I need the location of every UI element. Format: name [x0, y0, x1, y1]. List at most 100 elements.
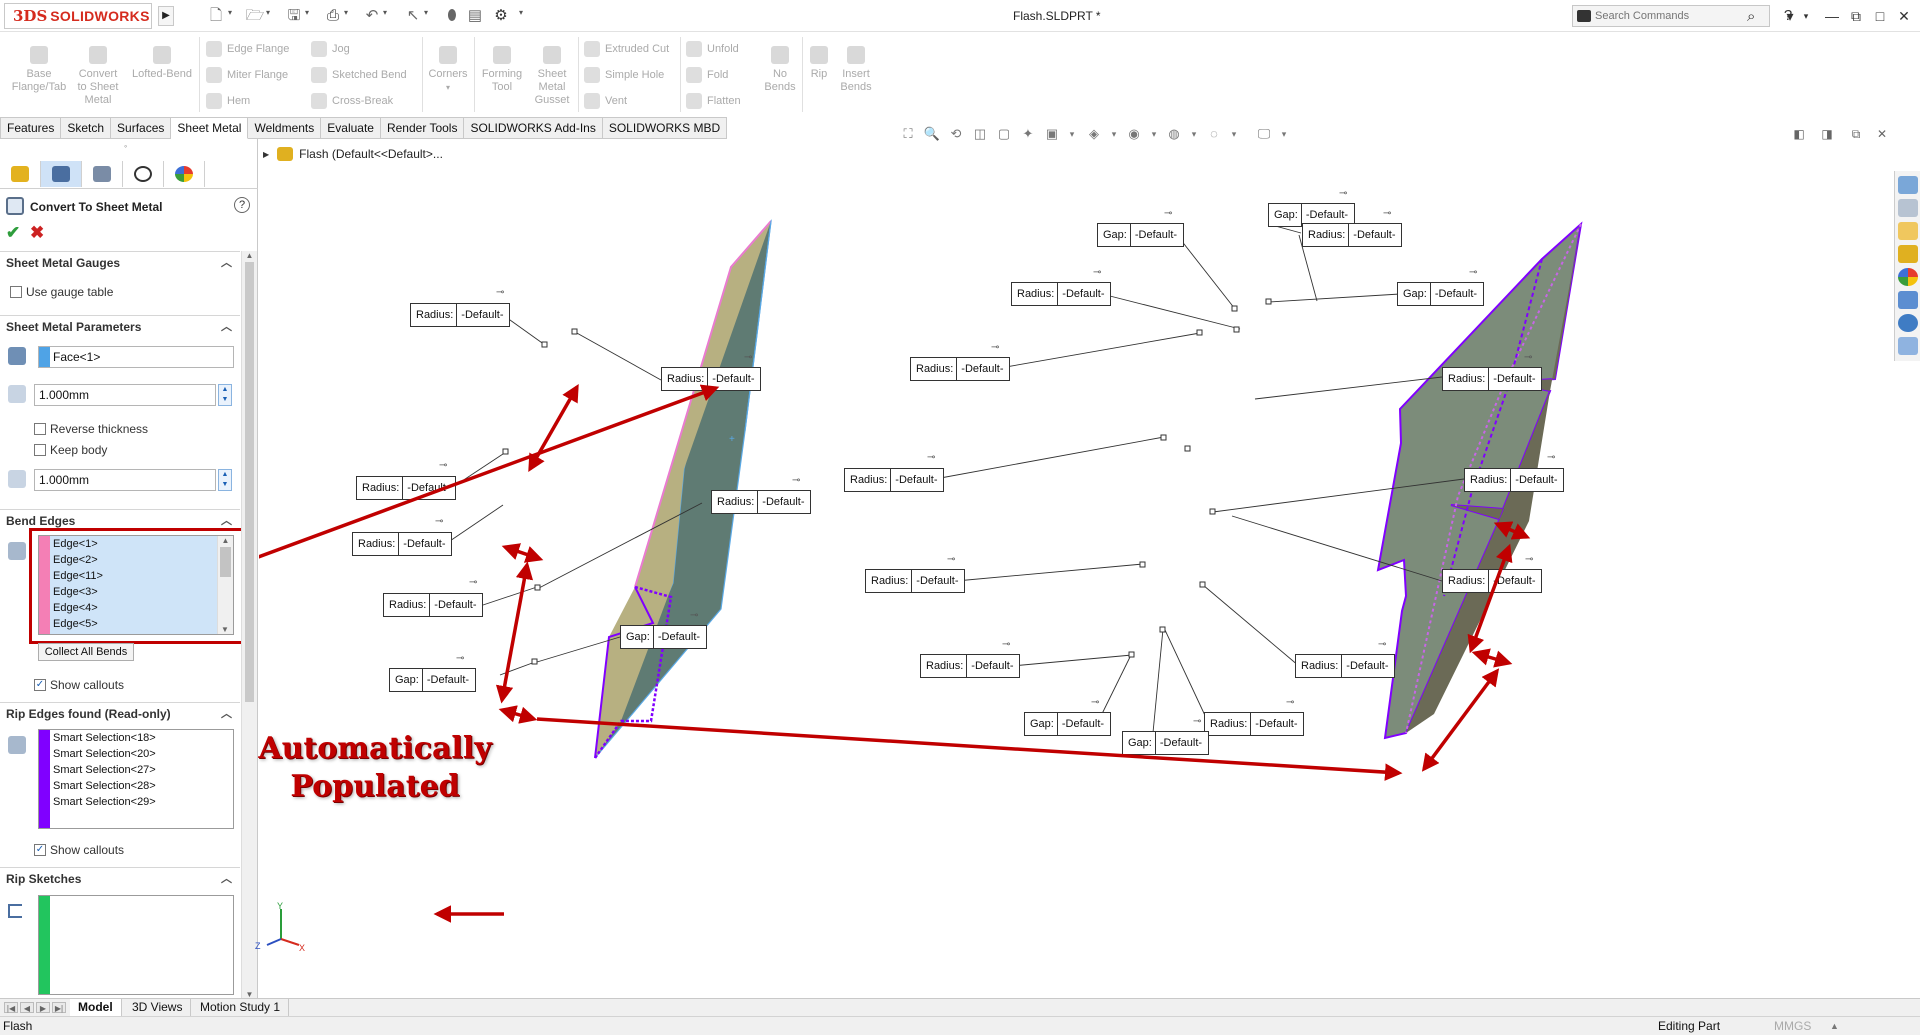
callout-value[interactable]: -Default-	[1342, 655, 1394, 677]
pin-icon[interactable]: ⊸	[1002, 639, 1010, 650]
callout-value[interactable]: -Default-	[1251, 713, 1303, 735]
tab-surfaces[interactable]: Surfaces	[111, 117, 172, 139]
rip-show-callouts-checkbox[interactable]: ✓ Show callouts	[34, 843, 124, 857]
open-dropdown-icon[interactable]: ▾	[266, 8, 274, 17]
section-sheet-metal-parameters[interactable]: Sheet Metal Parameters ︿	[0, 315, 240, 337]
select-icon[interactable]: ↖	[402, 6, 424, 26]
callout-value[interactable]: -Default-	[1131, 224, 1183, 246]
tab-features[interactable]: Features	[0, 117, 62, 139]
configuration-manager-tab[interactable]	[82, 161, 123, 187]
sheet-metal-gusset-button[interactable]: Sheet Metal Gusset	[530, 46, 574, 107]
maximize-icon[interactable]: □	[1870, 6, 1890, 26]
callout-value[interactable]: -Default-	[912, 570, 964, 592]
new-document-icon[interactable]: 🗋	[205, 6, 227, 26]
undo-icon[interactable]: ↶	[361, 6, 383, 26]
ok-check-icon[interactable]: ✔	[6, 223, 20, 243]
callout-value[interactable]: -Default-	[967, 655, 1019, 677]
minimize-icon[interactable]: —	[1822, 6, 1842, 26]
callout-value[interactable]: -Default-	[758, 491, 810, 513]
fold-button[interactable]: Fold	[686, 66, 728, 84]
print-dropdown-icon[interactable]: ▾	[344, 8, 352, 17]
section-rip-edges[interactable]: Rip Edges found (Read-only) ︿	[0, 702, 240, 724]
pin-icon[interactable]: ⊸	[690, 610, 698, 621]
status-units[interactable]: MMGS	[1774, 1017, 1811, 1035]
solidworks-resources-icon[interactable]	[1898, 176, 1918, 194]
gap-callout[interactable]: Gap: -Default-	[1097, 223, 1185, 247]
callout-value[interactable]: -Default-	[1489, 368, 1541, 390]
radius-callout[interactable]: Radius: -Default-	[920, 654, 1021, 678]
pin-icon[interactable]: ⊸	[1339, 188, 1347, 199]
print-icon[interactable]: ⎙	[322, 6, 344, 26]
tab-3d-views[interactable]: 3D Views	[124, 999, 192, 1016]
callout-value[interactable]: -Default-	[957, 358, 1009, 380]
chat-icon[interactable]	[1898, 337, 1918, 355]
callout-value[interactable]: -Default-	[891, 469, 943, 491]
radius-callout[interactable]: Radius: -Default-	[711, 490, 812, 514]
hem-button[interactable]: Hem	[206, 92, 250, 110]
rip-edges-list[interactable]: Smart Selection<18> Smart Selection<20> …	[38, 729, 234, 829]
checkbox-box[interactable]: ✓	[34, 844, 46, 856]
pin-icon[interactable]: ⊸	[469, 577, 477, 588]
graphics-area[interactable]: ▶ Flash (Default<<Default>... ⛶ 🔍 ⟲ ◫ ▢ …	[255, 126, 1920, 998]
search-scope-icon[interactable]	[1577, 10, 1591, 22]
radius-callout[interactable]: Radius: -Default-	[352, 532, 453, 556]
solidworks-forum-icon[interactable]	[1898, 314, 1918, 332]
property-manager-tab[interactable]	[41, 161, 82, 187]
radius-callout[interactable]: Radius: -Default-	[865, 569, 966, 593]
callout-value[interactable]: -Default-	[403, 477, 455, 499]
radius-callout[interactable]: Radius: -Default-	[844, 468, 945, 492]
file-properties-icon[interactable]: ▤	[464, 6, 486, 26]
section-rip-sketches[interactable]: Rip Sketches ︿	[0, 867, 240, 889]
flatten-button[interactable]: Flatten	[686, 92, 741, 110]
callout-value[interactable]: -Default-	[457, 304, 509, 326]
gap-callout[interactable]: Gap: -Default-	[1024, 712, 1112, 736]
tab-sheet-metal[interactable]: Sheet Metal	[171, 117, 249, 139]
pin-icon[interactable]: ⊸	[1164, 208, 1172, 219]
radius-spinner-icon[interactable]: ▲ ▼	[218, 469, 232, 491]
search-commands-box[interactable]: ⌕	[1572, 5, 1770, 27]
radius-callout[interactable]: Radius: -Default-	[356, 476, 457, 500]
tab-motion-study-1[interactable]: Motion Study 1	[192, 999, 290, 1016]
edge-flange-button[interactable]: Edge Flange	[206, 40, 289, 58]
pin-icon[interactable]: ⊸	[1378, 639, 1386, 650]
callout-value[interactable]: -Default-	[1431, 283, 1483, 305]
cross-break-button[interactable]: Cross-Break	[311, 92, 393, 110]
use-gauge-table-checkbox[interactable]: Use gauge table	[10, 285, 113, 299]
design-library-icon[interactable]	[1898, 199, 1918, 217]
reverse-thickness-checkbox[interactable]: Reverse thickness	[34, 422, 148, 436]
tab-sketch[interactable]: Sketch	[61, 117, 112, 139]
pin-icon[interactable]: ⊸	[1093, 267, 1101, 278]
pin-icon[interactable]: ⊸	[1091, 697, 1099, 708]
view-palette-icon[interactable]	[1898, 245, 1918, 263]
custom-properties-icon[interactable]	[1898, 291, 1918, 309]
save-icon[interactable]: 🖫	[283, 6, 305, 26]
radius-callout[interactable]: Radius: -Default-	[1011, 282, 1112, 306]
vent-button[interactable]: Vent	[584, 92, 627, 110]
tab-solidworks-mbd[interactable]: SOLIDWORKS MBD	[602, 117, 728, 139]
radius-callout[interactable]: Radius: -Default-	[1442, 367, 1543, 391]
feature-manager-tab[interactable]	[0, 161, 41, 187]
callout-value[interactable]: -Default-	[654, 626, 706, 648]
pin-icon[interactable]: ⊸	[744, 352, 752, 363]
unfold-button[interactable]: Unfold	[686, 40, 739, 58]
next-tab-icon[interactable]: ▶	[36, 1002, 50, 1013]
section-sheet-metal-gauges[interactable]: Sheet Metal Gauges ︿	[0, 251, 240, 273]
rip-sketches-list[interactable]	[38, 895, 234, 995]
miter-flange-button[interactable]: Miter Flange	[206, 66, 288, 84]
radius-callout[interactable]: Radius: -Default-	[1302, 223, 1403, 247]
pin-icon[interactable]: ⊸	[435, 516, 443, 527]
panel-scrollbar[interactable]: ▲ ▼	[241, 251, 257, 999]
callout-value[interactable]: -Default-	[1489, 570, 1541, 592]
radius-callout[interactable]: Radius: -Default-	[383, 593, 484, 617]
select-dropdown-icon[interactable]: ▾	[424, 8, 432, 17]
last-tab-icon[interactable]: ▶|	[52, 1002, 66, 1013]
callout-value[interactable]: -Default-	[430, 594, 482, 616]
jog-button[interactable]: Jog	[311, 40, 350, 58]
cancel-x-icon[interactable]: ✖	[30, 223, 44, 243]
checkbox-box[interactable]	[34, 423, 46, 435]
checkbox-box[interactable]	[34, 444, 46, 456]
pin-icon[interactable]: ⊸	[1469, 267, 1477, 278]
solidworks-logo[interactable]: 3DS SOLIDWORKS	[4, 3, 152, 29]
search-input[interactable]	[1595, 8, 1743, 24]
pin-icon[interactable]: ⊸	[947, 554, 955, 565]
